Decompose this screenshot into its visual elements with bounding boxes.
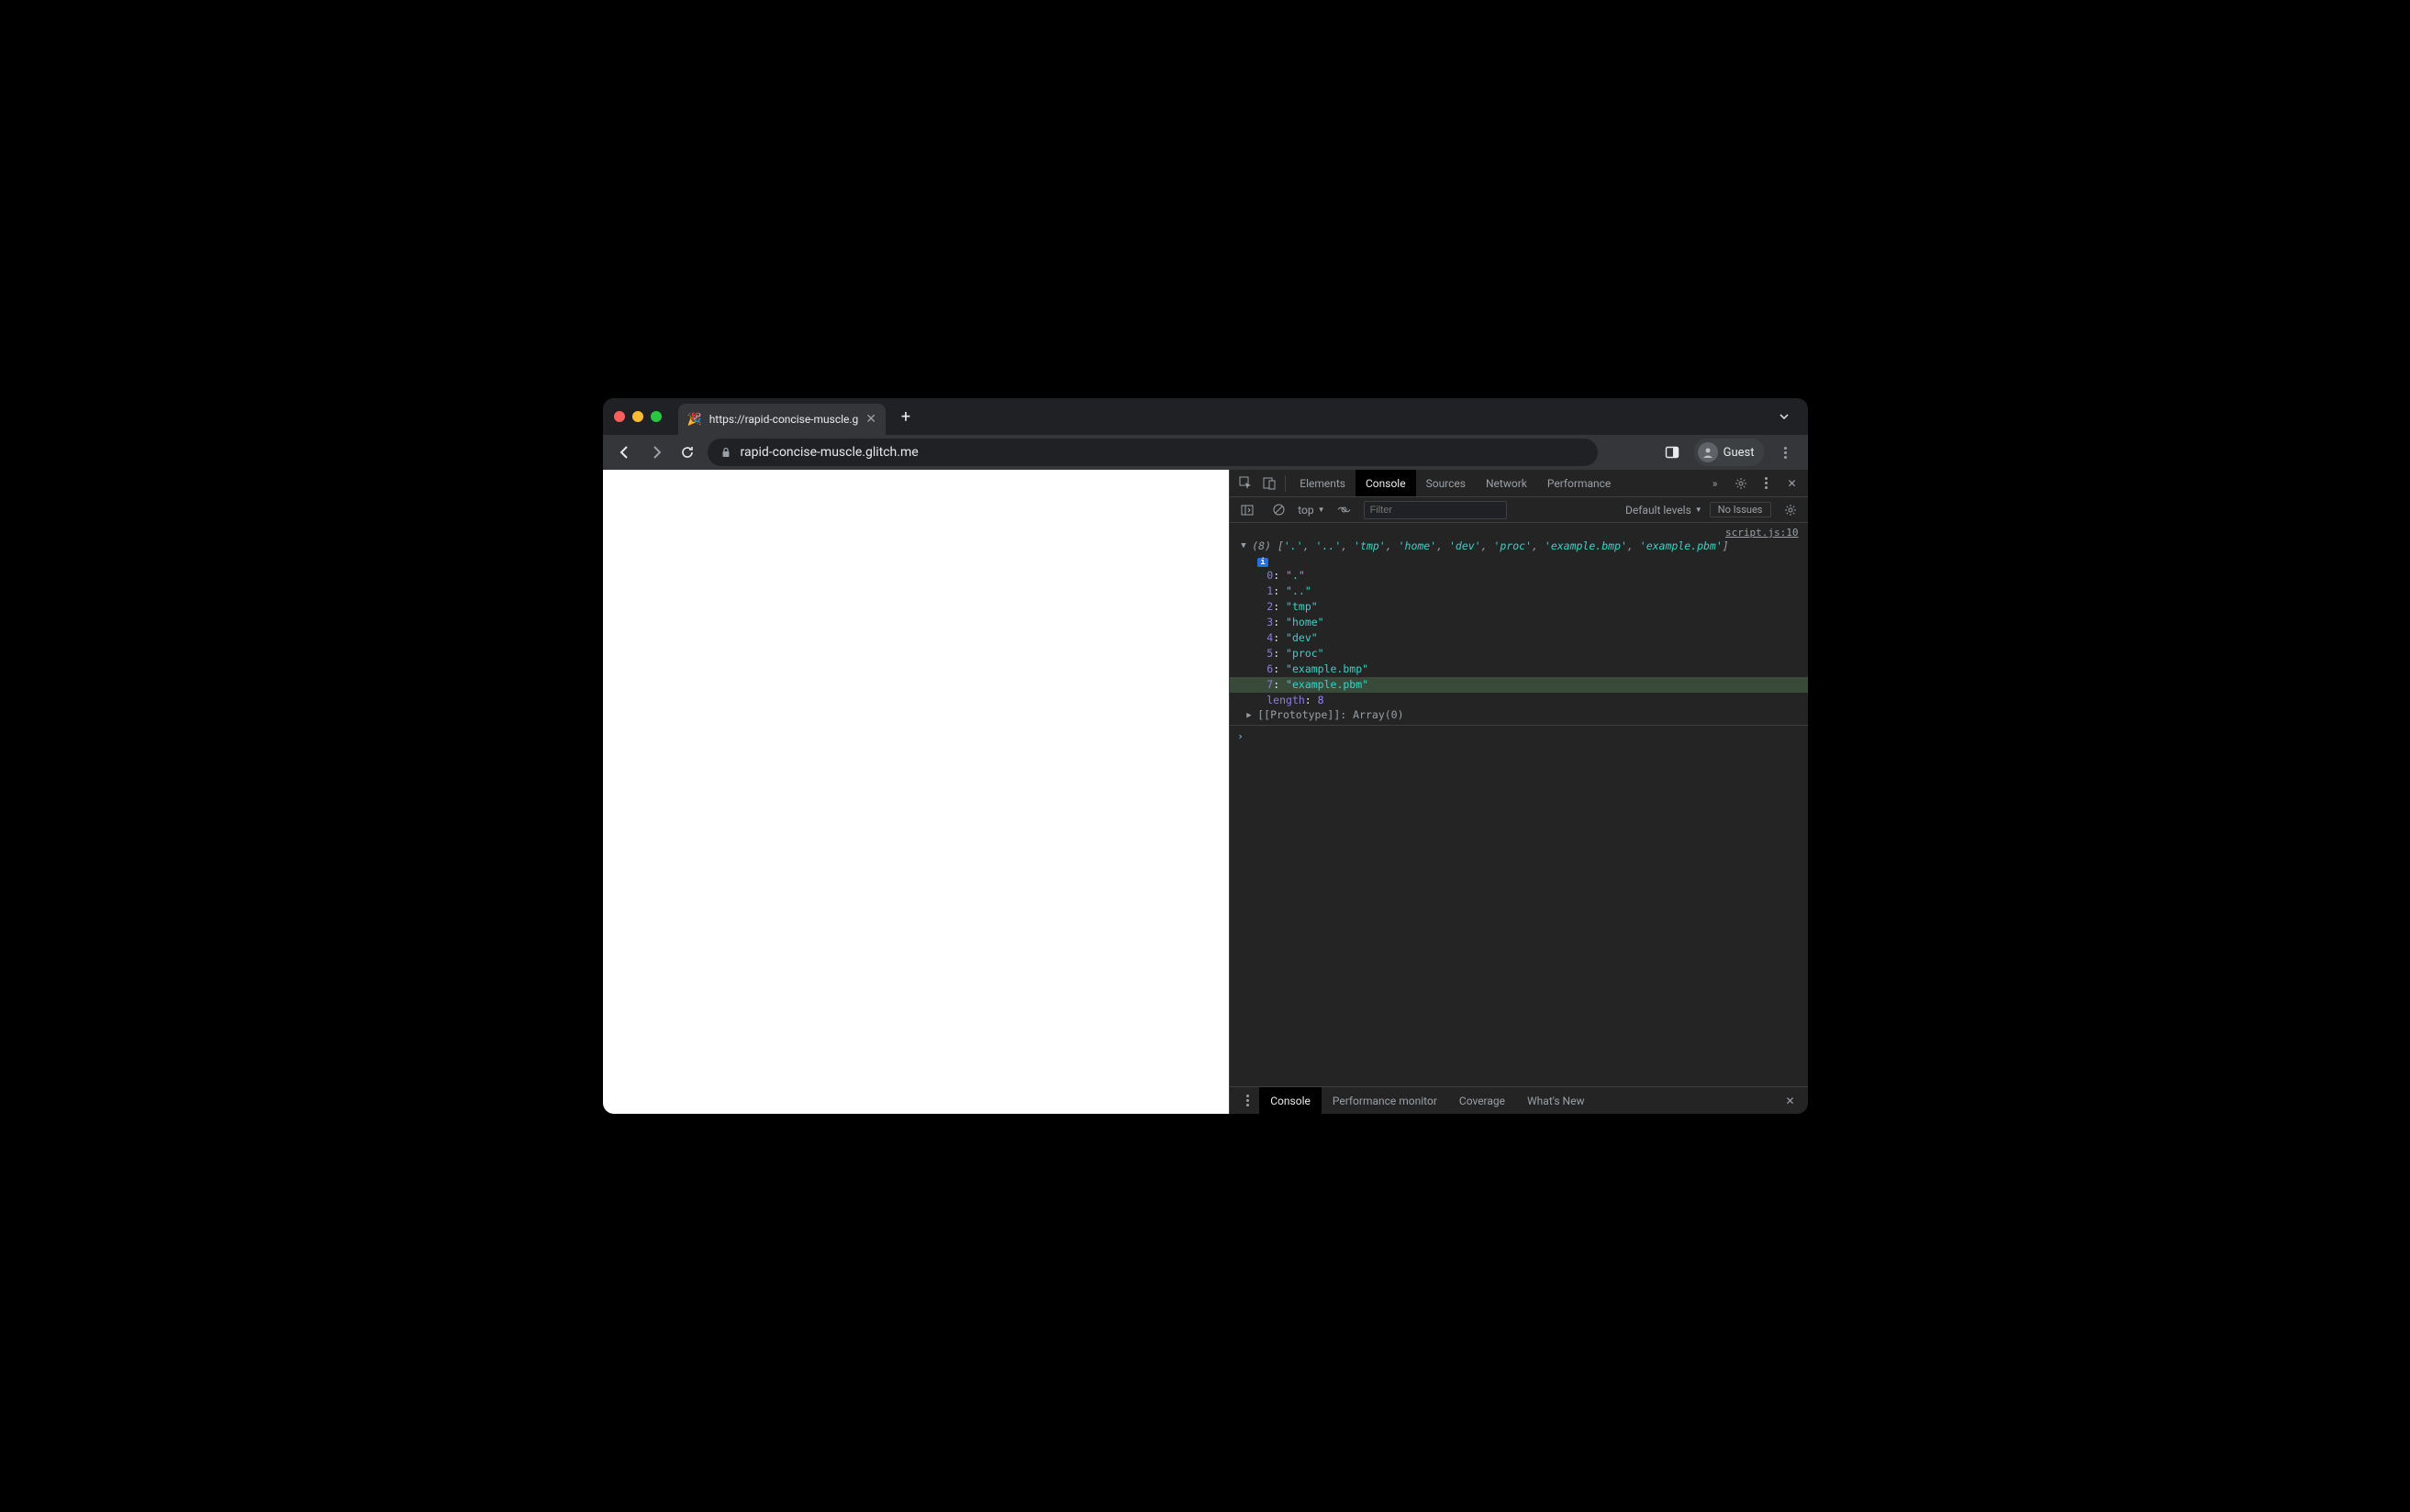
- url-input[interactable]: rapid-concise-muscle.glitch.me: [708, 439, 1598, 466]
- lock-icon: [720, 447, 731, 458]
- devtools-tab-performance[interactable]: Performance: [1537, 470, 1621, 496]
- new-tab-button[interactable]: +: [893, 404, 919, 429]
- array-item-row[interactable]: 0: ".": [1230, 568, 1807, 584]
- forward-button[interactable]: [645, 441, 667, 463]
- minimize-window-button[interactable]: [632, 411, 643, 422]
- array-summary-item: '.': [1284, 539, 1303, 552]
- drawer-tab-coverage[interactable]: Coverage: [1448, 1087, 1516, 1114]
- devtools-tab-network[interactable]: Network: [1476, 470, 1537, 496]
- window-controls: [614, 411, 662, 422]
- array-item-row[interactable]: 5: "proc": [1230, 646, 1807, 662]
- browser-tab[interactable]: 🎉 https://rapid-concise-muscle.g ✕: [678, 404, 887, 435]
- log-source-link[interactable]: script.js:10: [1230, 527, 1807, 539]
- length-key: length: [1266, 694, 1305, 706]
- array-summary-item: '..': [1316, 539, 1342, 552]
- array-item-row[interactable]: 2: "tmp": [1230, 599, 1807, 615]
- array-value: "example.bmp": [1286, 662, 1368, 675]
- clear-console-icon[interactable]: [1266, 498, 1290, 522]
- expand-arrow-icon[interactable]: ▼: [1241, 541, 1245, 550]
- content-area: Elements Console Sources Network Perform…: [603, 470, 1808, 1114]
- tab-title: https://rapid-concise-muscle.g: [709, 413, 859, 426]
- browser-menu-button[interactable]: [1775, 441, 1797, 463]
- inspect-element-icon[interactable]: [1233, 472, 1257, 495]
- array-summary-item: 'example.bmp': [1545, 539, 1627, 552]
- drawer-tab-console[interactable]: Console: [1259, 1087, 1322, 1114]
- page-viewport[interactable]: [603, 470, 1230, 1114]
- array-value: "proc": [1286, 647, 1324, 660]
- more-tabs-icon[interactable]: »: [1703, 472, 1727, 495]
- array-value: "home": [1286, 616, 1324, 628]
- issues-button[interactable]: No Issues: [1710, 502, 1771, 517]
- prototype-label: [[Prototype]]: [1257, 708, 1340, 721]
- console-output[interactable]: script.js:10 ▼ (8) ['.', '..', 'tmp', 'h…: [1230, 523, 1807, 1086]
- browser-window: 🎉 https://rapid-concise-muscle.g ✕ + rap…: [603, 398, 1808, 1114]
- devtools-drawer: Console Performance monitor Coverage Wha…: [1230, 1086, 1807, 1114]
- live-expression-icon[interactable]: [1333, 498, 1356, 522]
- drawer-menu-icon[interactable]: [1235, 1089, 1259, 1113]
- back-button[interactable]: [614, 441, 636, 463]
- array-item-row[interactable]: 4: "dev": [1230, 630, 1807, 646]
- profile-chip[interactable]: Guest: [1694, 439, 1764, 466]
- chevron-down-icon: ▼: [1695, 506, 1702, 514]
- array-value: "tmp": [1286, 600, 1318, 613]
- drawer-tab-performance-monitor[interactable]: Performance monitor: [1322, 1087, 1448, 1114]
- tab-list-chevron-icon[interactable]: [1771, 407, 1797, 426]
- array-summary-item: 'home': [1399, 539, 1437, 552]
- levels-label: Default levels: [1625, 504, 1691, 517]
- array-summary-item: 'dev': [1449, 539, 1481, 552]
- array-length-row: length: 8: [1230, 693, 1807, 708]
- array-value: ".": [1286, 569, 1305, 582]
- device-toolbar-icon[interactable]: [1257, 472, 1281, 495]
- expand-arrow-icon[interactable]: ▶: [1246, 711, 1251, 720]
- devtools-close-icon[interactable]: ✕: [1780, 472, 1804, 495]
- prototype-row[interactable]: ▶ [[Prototype]]: Array(0): [1230, 708, 1807, 721]
- array-count: (8): [1252, 539, 1271, 552]
- array-item-row[interactable]: 3: "home": [1230, 615, 1807, 630]
- console-toolbar: top ▼ Default levels ▼ No Issues: [1230, 497, 1807, 523]
- array-summary-item: 'proc': [1493, 539, 1532, 552]
- console-prompt[interactable]: ›: [1230, 725, 1807, 746]
- devtools-panel: Elements Console Sources Network Perform…: [1229, 470, 1807, 1114]
- prototype-value: Array(0): [1353, 708, 1403, 721]
- array-value: "example.pbm": [1286, 678, 1368, 691]
- devtools-tab-sources[interactable]: Sources: [1416, 470, 1476, 496]
- array-item-row[interactable]: 7: "example.pbm": [1230, 677, 1807, 693]
- context-label: top: [1298, 504, 1313, 517]
- profile-label: Guest: [1724, 446, 1755, 460]
- devtools-settings-icon[interactable]: [1729, 472, 1753, 495]
- tab-favicon-icon: 🎉: [687, 413, 702, 427]
- tab-bar: 🎉 https://rapid-concise-muscle.g ✕ +: [603, 398, 1808, 435]
- length-value: 8: [1318, 694, 1324, 706]
- avatar-icon: [1698, 442, 1718, 462]
- prompt-chevron-icon: ›: [1237, 730, 1244, 742]
- close-tab-icon[interactable]: ✕: [865, 412, 876, 427]
- info-badge-icon[interactable]: i: [1257, 558, 1267, 567]
- devtools-tab-elements[interactable]: Elements: [1289, 470, 1356, 496]
- drawer-close-icon[interactable]: ✕: [1778, 1095, 1802, 1107]
- array-summary-item: 'example.pbm': [1640, 539, 1723, 552]
- array-item-row[interactable]: 6: "example.bmp": [1230, 662, 1807, 677]
- array-summary-item: 'tmp': [1354, 539, 1386, 552]
- drawer-tab-whats-new[interactable]: What's New: [1516, 1087, 1595, 1114]
- execution-context-selector[interactable]: top ▼: [1298, 504, 1324, 517]
- devtools-tab-bar: Elements Console Sources Network Perform…: [1230, 470, 1807, 497]
- reload-button[interactable]: [676, 441, 698, 463]
- devtools-menu-icon[interactable]: [1755, 472, 1779, 495]
- maximize-window-button[interactable]: [651, 411, 662, 422]
- console-sidebar-toggle-icon[interactable]: [1235, 498, 1259, 522]
- devtools-tab-console[interactable]: Console: [1356, 470, 1416, 496]
- panel-toggle-icon[interactable]: [1661, 441, 1683, 463]
- url-text: rapid-concise-muscle.glitch.me: [741, 445, 919, 460]
- array-value: "dev": [1286, 631, 1318, 644]
- array-item-row[interactable]: 1: "..": [1230, 584, 1807, 599]
- console-filter-input[interactable]: [1364, 501, 1507, 519]
- console-settings-icon[interactable]: [1779, 498, 1802, 522]
- close-window-button[interactable]: [614, 411, 625, 422]
- array-value: "..": [1286, 584, 1311, 597]
- log-levels-selector[interactable]: Default levels ▼: [1625, 504, 1702, 517]
- address-bar: rapid-concise-muscle.glitch.me Guest: [603, 435, 1808, 470]
- chevron-down-icon: ▼: [1318, 506, 1325, 514]
- log-array-summary[interactable]: ▼ (8) ['.', '..', 'tmp', 'home', 'dev', …: [1230, 539, 1807, 553]
